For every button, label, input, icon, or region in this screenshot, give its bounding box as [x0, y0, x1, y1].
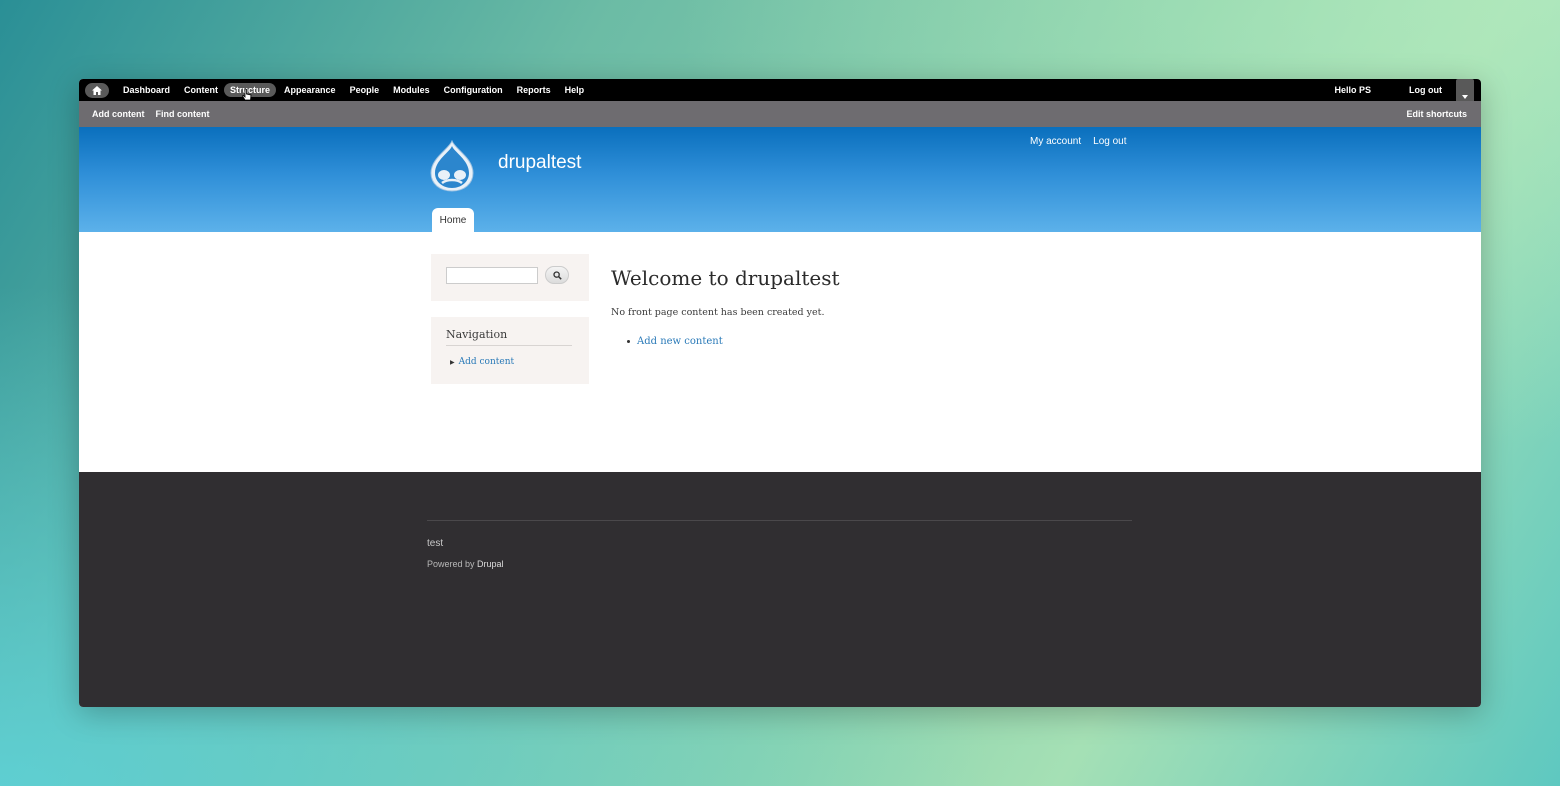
powered-by: Powered by Drupal	[427, 559, 504, 569]
powered-by-prefix: Powered by	[427, 559, 475, 569]
main-content: Navigation ▶ Add content Welcome to drup…	[79, 232, 1481, 472]
toolbar-item-reports[interactable]: Reports	[511, 83, 557, 97]
browser-window: Dashboard Content Structure Appearance P…	[79, 79, 1481, 707]
toolbar-item-appearance[interactable]: Appearance	[278, 83, 342, 97]
toolbar-user-area: Hello PS Log out	[1334, 79, 1481, 101]
navigation-item-add-content[interactable]: ▶ Add content	[450, 357, 514, 367]
search-button[interactable]	[545, 266, 569, 284]
toolbar-item-configuration[interactable]: Configuration	[438, 83, 509, 97]
search-block	[431, 254, 589, 301]
list-item: Add new content	[627, 336, 723, 347]
user-greeting: Hello PS	[1334, 85, 1371, 95]
site-header: drupaltest My account Log out Home	[79, 127, 1481, 232]
edit-shortcuts-link[interactable]: Edit shortcuts	[1406, 109, 1467, 119]
admin-toolbar: Dashboard Content Structure Appearance P…	[79, 79, 1481, 101]
site-name[interactable]: drupaltest	[498, 152, 581, 174]
search-input[interactable]	[446, 267, 538, 284]
shortcut-add-content[interactable]: Add content	[92, 109, 145, 119]
footer-text: test	[427, 538, 444, 549]
page-title: Welcome to drupaltest	[611, 266, 840, 290]
toolbar-item-dashboard[interactable]: Dashboard	[117, 83, 176, 97]
shortcuts-drawer-toggle[interactable]	[1456, 79, 1474, 101]
navigation-item-label: Add content	[458, 357, 515, 367]
toolbar-logout-link[interactable]: Log out	[1409, 85, 1442, 95]
drupal-logo-icon[interactable]	[429, 140, 475, 192]
chevron-down-icon	[1462, 95, 1468, 99]
toolbar-item-help[interactable]: Help	[559, 83, 591, 97]
header-logout-link[interactable]: Log out	[1093, 136, 1126, 147]
add-new-content-link[interactable]: Add new content	[637, 336, 723, 347]
bullet-icon	[627, 340, 630, 343]
toolbar-item-content[interactable]: Content	[178, 83, 224, 97]
toolbar-item-people[interactable]: People	[344, 83, 386, 97]
search-icon	[552, 270, 562, 280]
drupal-link[interactable]: Drupal	[477, 559, 504, 569]
site-footer: test Powered by Drupal	[79, 472, 1481, 707]
navigation-block: Navigation ▶ Add content	[431, 317, 589, 384]
front-page-message: No front page content has been created y…	[611, 307, 825, 318]
my-account-link[interactable]: My account	[1030, 136, 1081, 147]
shortcuts-bar: Add content Find content Edit shortcuts	[79, 101, 1481, 127]
secondary-menu: My account Log out	[1030, 136, 1127, 147]
shortcut-find-content[interactable]: Find content	[156, 109, 210, 119]
triangle-right-icon: ▶	[450, 358, 455, 366]
tab-home[interactable]: Home	[432, 208, 474, 232]
navigation-title: Navigation	[446, 328, 572, 346]
mouse-pointer-icon	[242, 89, 252, 101]
home-icon[interactable]	[85, 82, 109, 98]
toolbar-item-modules[interactable]: Modules	[387, 83, 436, 97]
footer-divider	[427, 520, 1132, 521]
